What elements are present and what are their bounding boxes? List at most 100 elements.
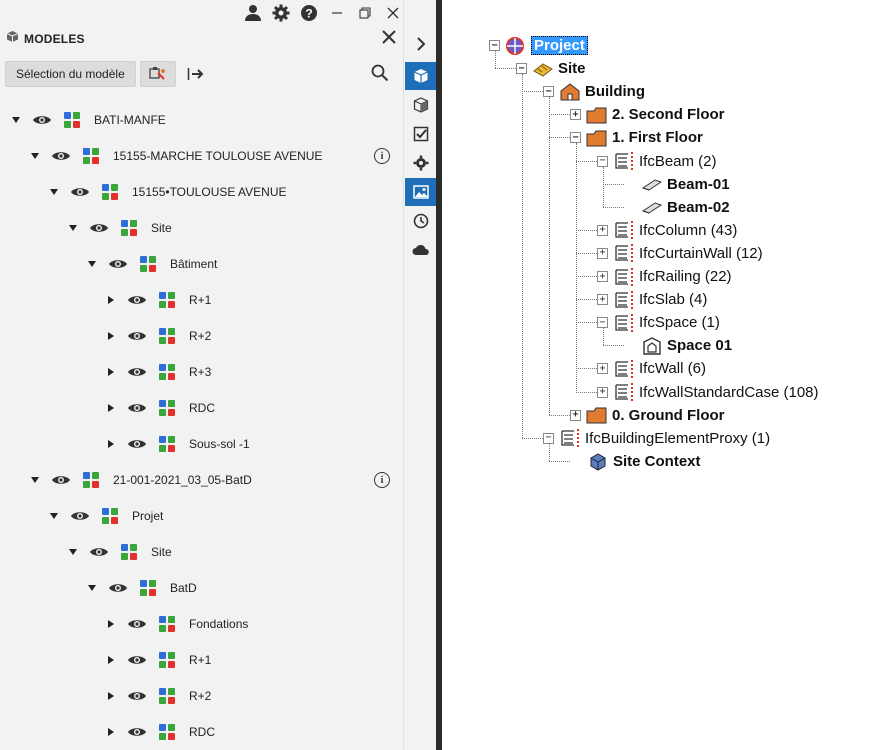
tree-row[interactable]: R+3 (0, 354, 403, 390)
minimize-icon[interactable] (327, 3, 347, 23)
visibility-eye-icon[interactable] (127, 294, 147, 306)
expand-plus-icon[interactable]: + (570, 109, 581, 121)
collapse-minus-icon[interactable]: − (489, 40, 500, 51)
help-icon[interactable]: ? (299, 3, 319, 23)
ifc-tree-node[interactable]: Beam-02 (636, 196, 730, 219)
expand-plus-icon[interactable]: + (597, 247, 608, 259)
visibility-eye-icon[interactable] (32, 114, 52, 126)
caret-down-icon[interactable] (67, 546, 79, 558)
ifc-tree-node[interactable]: − IfcSpace (1) (597, 311, 720, 334)
tree-row[interactable]: BATI-MANFE (0, 102, 403, 138)
select-model-button[interactable]: Sélection du modèle (5, 61, 136, 87)
checklist-icon[interactable] (405, 120, 436, 148)
tree-row[interactable]: Sous-sol -1 (0, 426, 403, 462)
collapse-minus-icon[interactable]: − (543, 86, 554, 98)
expand-plus-icon[interactable]: + (570, 409, 581, 421)
visibility-eye-icon[interactable] (127, 366, 147, 378)
color-cube-icon[interactable] (159, 436, 175, 452)
tree-row[interactable]: RDC (0, 714, 403, 750)
color-cube-icon[interactable] (140, 256, 156, 272)
expand-plus-icon[interactable]: + (597, 271, 608, 282)
ifc-tree-node[interactable]: + IfcCurtainWall (12) (597, 242, 763, 265)
caret-down-icon[interactable] (29, 150, 41, 162)
caret-right-icon[interactable] (105, 690, 117, 702)
caret-right-icon[interactable] (105, 402, 117, 414)
color-cube-icon[interactable] (159, 400, 175, 416)
visibility-eye-icon[interactable] (108, 582, 128, 594)
color-cube-icon[interactable] (159, 364, 175, 380)
caret-down-icon[interactable] (48, 186, 60, 198)
collapse-minus-icon[interactable]: − (543, 432, 554, 444)
ifc-tree-node[interactable]: + IfcWall (6) (597, 357, 706, 380)
expand-chevron-icon[interactable] (405, 30, 436, 58)
tree-row[interactable]: Bâtiment (0, 246, 403, 282)
settings-gear-icon[interactable] (271, 3, 291, 23)
caret-right-icon[interactable] (105, 618, 117, 630)
wireframe-cube-icon[interactable] (405, 91, 436, 119)
ifc-tree-node[interactable]: + IfcColumn (43) (597, 219, 737, 242)
model-filter-button[interactable] (139, 61, 176, 87)
color-cube-icon[interactable] (121, 220, 137, 236)
expand-plus-icon[interactable]: + (597, 224, 608, 236)
tree-row[interactable]: 21-001-2021_03_05-BatD i (0, 462, 403, 498)
color-cube-icon[interactable] (121, 544, 137, 560)
ifc-tree-node[interactable]: +0. Ground Floor (570, 404, 725, 427)
tree-row[interactable]: R+1 (0, 282, 403, 318)
visibility-eye-icon[interactable] (51, 474, 71, 486)
color-cube-icon[interactable] (159, 688, 175, 704)
close-panel-icon[interactable] (382, 28, 396, 48)
color-cube-icon[interactable] (159, 328, 175, 344)
caret-right-icon[interactable] (105, 438, 117, 450)
expand-plus-icon[interactable]: + (597, 363, 608, 375)
tree-row[interactable]: 15155•TOULOUSE AVENUE (0, 174, 403, 210)
color-cube-icon[interactable] (159, 652, 175, 668)
color-cube-icon[interactable] (83, 148, 99, 164)
color-cube-icon[interactable] (159, 724, 175, 740)
expand-plus-icon[interactable]: + (597, 386, 608, 398)
color-cube-icon[interactable] (102, 184, 118, 200)
image-icon[interactable] (405, 178, 436, 206)
ifc-tree-node[interactable]: + IfcSlab (4) (597, 288, 707, 311)
ifc-tree-node[interactable]: − Building (543, 80, 645, 103)
tree-row[interactable]: 15155-MARCHE TOULOUSE AVENUE i (0, 138, 403, 174)
ifc-tree-node[interactable]: + IfcRailing (22) (597, 265, 732, 288)
caret-right-icon[interactable] (105, 726, 117, 738)
tree-row[interactable]: Site (0, 534, 403, 570)
color-cube-icon[interactable] (140, 580, 156, 596)
color-cube-icon[interactable] (83, 472, 99, 488)
caret-down-icon[interactable] (86, 582, 98, 594)
visibility-eye-icon[interactable] (89, 546, 109, 558)
visibility-eye-icon[interactable] (70, 186, 90, 198)
tree-row[interactable]: Projet (0, 498, 403, 534)
ifc-tree-node[interactable]: − IfcBeam (2) (597, 150, 717, 173)
collapse-minus-icon[interactable]: − (597, 317, 608, 329)
visibility-eye-icon[interactable] (108, 258, 128, 270)
ifc-tree-node[interactable]: +2. Second Floor (570, 103, 725, 126)
expand-plus-icon[interactable]: + (597, 294, 608, 306)
ifc-tree-node[interactable]: + IfcWallStandardCase (108) (597, 381, 819, 404)
close-window-icon[interactable] (383, 3, 403, 23)
caret-right-icon[interactable] (105, 294, 117, 306)
visibility-eye-icon[interactable] (127, 654, 147, 666)
models-view-cube-icon[interactable] (405, 62, 436, 90)
tree-row[interactable]: R+2 (0, 318, 403, 354)
caret-down-icon[interactable] (10, 114, 22, 126)
tree-row[interactable]: BatD (0, 570, 403, 606)
user-icon[interactable] (243, 3, 263, 23)
color-cube-icon[interactable] (102, 508, 118, 524)
collapse-minus-icon[interactable]: − (597, 155, 608, 167)
caret-down-icon[interactable] (48, 510, 60, 522)
ifc-tree-node[interactable]: Space 01 (636, 334, 732, 357)
ifc-tree-node[interactable]: Site Context (582, 450, 701, 473)
caret-right-icon[interactable] (105, 330, 117, 342)
collapse-minus-icon[interactable]: − (570, 132, 581, 144)
caret-down-icon[interactable] (29, 474, 41, 486)
restore-icon[interactable] (355, 3, 375, 23)
search-icon[interactable] (371, 64, 391, 84)
caret-right-icon[interactable] (105, 366, 117, 378)
ifc-tree-node[interactable]: − IfcBuildingElementProxy (1) (543, 427, 770, 450)
cloud-icon[interactable] (405, 236, 436, 264)
export-arrow-icon[interactable] (184, 61, 208, 87)
color-cube-icon[interactable] (159, 616, 175, 632)
visibility-eye-icon[interactable] (127, 438, 147, 450)
